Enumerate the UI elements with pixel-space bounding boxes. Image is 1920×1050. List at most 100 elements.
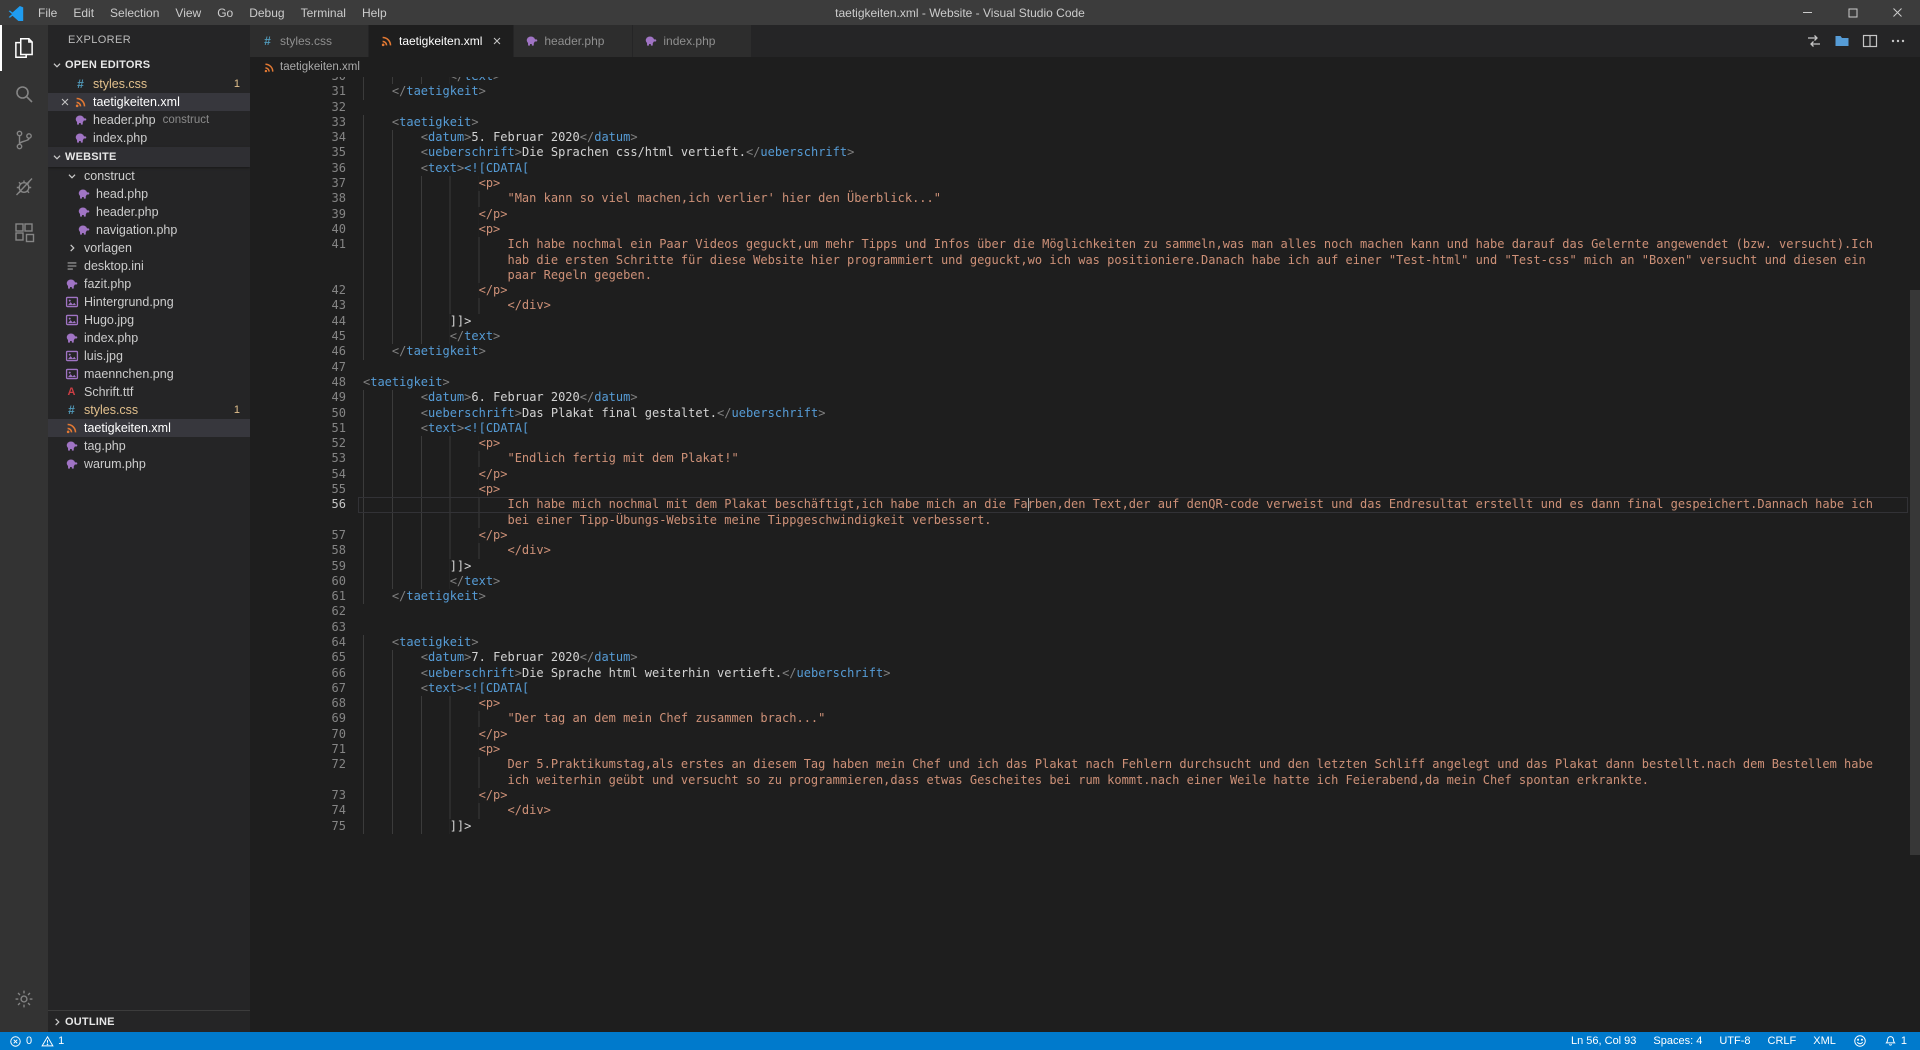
open-editor-index.php[interactable]: index.php [48,129,250,147]
outline-section-header[interactable]: OUTLINE [48,1010,250,1032]
file-Hugo.jpg[interactable]: Hugo.jpg [48,311,250,329]
explorer-icon[interactable] [0,25,48,71]
code-line-57[interactable]: 57</p> [250,528,1920,543]
tab-index.php[interactable]: index.php [633,25,751,57]
open-editor-styles.css[interactable]: #styles.css1 [48,75,250,93]
close-button[interactable] [1875,0,1920,25]
code-line-33[interactable]: 33<taetigkeit> [250,115,1920,130]
file-tag.php[interactable]: tag.php [48,437,250,455]
settings-gear-icon[interactable] [0,976,48,1022]
split-editor-icon[interactable] [1862,33,1878,49]
menu-item-edit[interactable]: Edit [65,6,102,20]
menu-item-terminal[interactable]: Terminal [293,6,354,20]
status-language[interactable]: XML [1813,1035,1836,1047]
code-line-47[interactable]: 47 [250,360,1920,375]
close-icon[interactable] [56,96,73,108]
file-index.php[interactable]: index.php [48,329,250,347]
code-line-62[interactable]: 62 [250,604,1920,619]
code-line-65[interactable]: 65<datum>7. Februar 2020</datum> [250,650,1920,665]
code-line-69[interactable]: 69"Der tag an dem mein Chef zusammen bra… [250,711,1920,726]
code-line-61[interactable]: 61</taetigkeit> [250,589,1920,604]
code-line-75[interactable]: 75]]> [250,819,1920,834]
code-line-53[interactable]: 53"Endlich fertig mit dem Plakat!" [250,451,1920,466]
code-line-45[interactable]: 45</text> [250,329,1920,344]
status-cursor-position[interactable]: Ln 56, Col 93 [1571,1035,1636,1047]
compare-icon[interactable] [1806,33,1822,49]
editor-viewport[interactable]: 30</text>31</taetigkeit>3233<taetigkeit>… [250,77,1920,1032]
source-control-icon[interactable] [0,117,48,163]
code-line-63[interactable]: 63 [250,620,1920,635]
code-line-60[interactable]: 60</text> [250,574,1920,589]
menu-item-debug[interactable]: Debug [241,6,292,20]
editor-scrollbar[interactable] [1910,290,1920,855]
status-indentation[interactable]: Spaces: 4 [1653,1035,1702,1047]
file-fazit.php[interactable]: fazit.php [48,275,250,293]
maximize-button[interactable] [1830,0,1875,25]
code-line-43[interactable]: 43</div> [250,298,1920,313]
code-line-40[interactable]: 40<p> [250,222,1920,237]
tab-header.php[interactable]: header.php [514,25,632,57]
code-line-35[interactable]: 35<ueberschrift>Die Sprachen css/html ve… [250,145,1920,160]
code-line-49[interactable]: 49<datum>6. Februar 2020</datum> [250,390,1920,405]
open-editor-header.php[interactable]: header.phpconstruct [48,111,250,129]
open-folder-icon[interactable] [1834,33,1850,49]
code-line-59[interactable]: 59]]> [250,559,1920,574]
menu-item-help[interactable]: Help [354,6,395,20]
code-line-30[interactable]: 30</text> [250,77,1920,84]
folder-construct[interactable]: construct [48,167,250,185]
feedback-smiley-icon[interactable] [1853,1034,1867,1048]
file-navigation.php[interactable]: navigation.php [48,221,250,239]
folder-vorlagen[interactable]: vorlagen [48,239,250,257]
file-luis.jpg[interactable]: luis.jpg [48,347,250,365]
extensions-icon[interactable] [0,209,48,255]
code-line-58[interactable]: 58</div> [250,543,1920,558]
code-line-32[interactable]: 32 [250,100,1920,115]
close-icon[interactable] [491,35,503,47]
breadcrumb[interactable]: taetigkeiten.xml [250,57,1920,77]
notifications-bell[interactable]: 1 [1884,1035,1907,1048]
status-problems[interactable]: 0 [9,1035,32,1048]
file-Schrift.ttf[interactable]: ASchrift.ttf [48,383,250,401]
more-actions-icon[interactable] [1890,33,1906,49]
code-line-56[interactable]: 56Ich habe mich nochmal mit dem Plakat b… [250,497,1920,528]
file-head.php[interactable]: head.php [48,185,250,203]
file-warum.php[interactable]: warum.php [48,455,250,473]
code-line-74[interactable]: 74</div> [250,803,1920,818]
file-taetigkeiten.xml[interactable]: taetigkeiten.xml [48,419,250,437]
minimize-button[interactable] [1785,0,1830,25]
search-icon[interactable] [0,71,48,117]
status-eol[interactable]: CRLF [1768,1035,1797,1047]
code-line-70[interactable]: 70</p> [250,727,1920,742]
open-editor-taetigkeiten.xml[interactable]: taetigkeiten.xml [48,93,250,111]
code-line-46[interactable]: 46</taetigkeit> [250,344,1920,359]
menu-item-go[interactable]: Go [209,6,241,20]
code-line-67[interactable]: 67<text><![CDATA[ [250,681,1920,696]
status-problems[interactable]: 1 [41,1035,64,1048]
code-line-42[interactable]: 42</p> [250,283,1920,298]
code-line-71[interactable]: 71<p> [250,742,1920,757]
code-line-55[interactable]: 55<p> [250,482,1920,497]
code-line-64[interactable]: 64<taetigkeit> [250,635,1920,650]
code-line-31[interactable]: 31</taetigkeit> [250,84,1920,99]
tab-styles.css[interactable]: #styles.css [250,25,368,57]
code-line-44[interactable]: 44]]> [250,314,1920,329]
code-line-37[interactable]: 37<p> [250,176,1920,191]
code-line-39[interactable]: 39</p> [250,207,1920,222]
menu-item-file[interactable]: File [30,6,65,20]
code-line-41[interactable]: 41Ich habe nochmal ein Paar Videos geguc… [250,237,1920,283]
file-Hintergrund.png[interactable]: Hintergrund.png [48,293,250,311]
code-line-51[interactable]: 51<text><![CDATA[ [250,421,1920,436]
code-line-54[interactable]: 54</p> [250,467,1920,482]
code-line-50[interactable]: 50<ueberschrift>Das Plakat final gestalt… [250,406,1920,421]
menu-item-view[interactable]: View [167,6,209,20]
code-line-73[interactable]: 73</p> [250,788,1920,803]
menu-item-selection[interactable]: Selection [102,6,167,20]
code-line-66[interactable]: 66<ueberschrift>Die Sprache html weiterh… [250,666,1920,681]
file-styles.css[interactable]: #styles.css1 [48,401,250,419]
file-header.php[interactable]: header.php [48,203,250,221]
code-line-72[interactable]: 72Der 5.Praktikumstag,als erstes an dies… [250,757,1920,788]
code-line-36[interactable]: 36<text><![CDATA[ [250,161,1920,176]
tab-taetigkeiten.xml[interactable]: taetigkeiten.xml [369,25,513,57]
file-desktop.ini[interactable]: desktop.ini [48,257,250,275]
code-line-52[interactable]: 52<p> [250,436,1920,451]
